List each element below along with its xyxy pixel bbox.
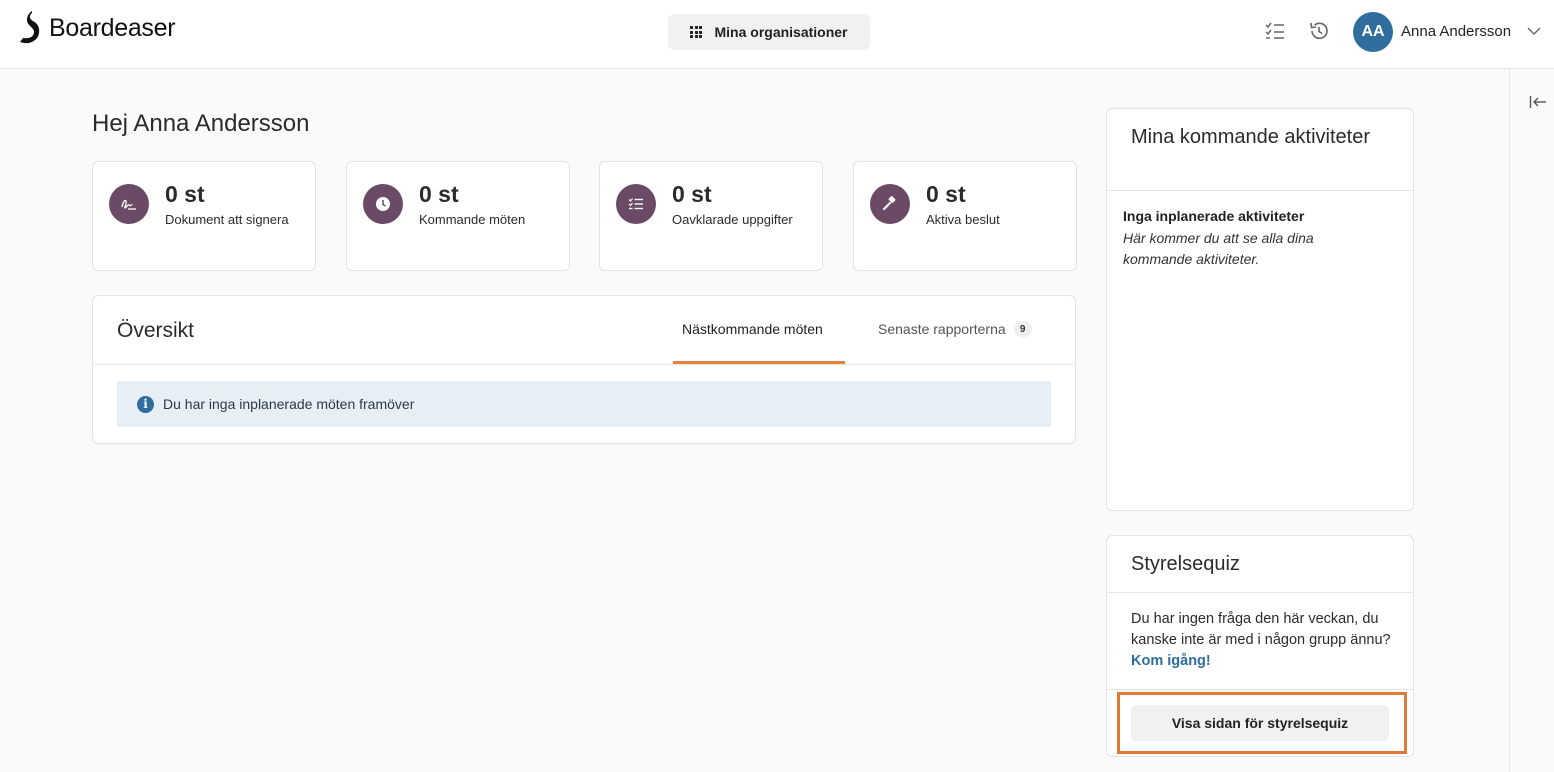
gavel-icon (870, 184, 910, 224)
stat-value: 0 st (926, 181, 966, 207)
stat-card-tasks[interactable]: 0 st Oavklarade uppgifter (599, 161, 823, 271)
history-icon[interactable] (1308, 20, 1330, 42)
top-bar: Boardeaser Mina organisationer AA Anna A… (0, 0, 1554, 69)
stat-label: Dokument att signera (165, 212, 289, 227)
my-organizations-button[interactable]: Mina organisationer (668, 14, 870, 50)
divider (1107, 190, 1413, 191)
divider (1107, 689, 1413, 690)
chevron-down-icon[interactable] (1527, 26, 1541, 36)
activities-empty-text: Här kommer du att se alla dina kommande … (1123, 230, 1314, 267)
quiz-message-text: Du har ingen fråga den här veckan, du ka… (1131, 611, 1391, 648)
stat-card-meetings[interactable]: 0 st Kommande möten (346, 161, 570, 271)
avatar[interactable]: AA (1353, 12, 1393, 52)
page-title: Hej Anna Andersson (92, 110, 310, 137)
report-count-badge: 9 (1013, 321, 1032, 337)
divider (1107, 592, 1413, 593)
stat-label: Oavklarade uppgifter (672, 212, 793, 227)
collapse-sidebar-icon[interactable] (1529, 94, 1547, 110)
info-alert: i Du har inga inplanerade möten framöver (117, 381, 1051, 427)
get-started-link[interactable]: Kom igång! (1131, 653, 1211, 669)
activities-empty-title: Inga inplanerade aktiviteter (1123, 208, 1305, 224)
upcoming-activities-panel: Mina kommande aktiviteter Inga inplanera… (1106, 108, 1414, 511)
tab-upcoming-meetings[interactable]: Nästkommande möten (682, 321, 823, 337)
stat-value: 0 st (419, 181, 459, 207)
brand-name: Boardeaser (49, 13, 176, 42)
apps-grid-icon (690, 26, 703, 38)
info-icon: i (137, 395, 154, 413)
stat-label: Kommande möten (419, 212, 526, 227)
stat-card-decisions[interactable]: 0 st Aktiva beslut (853, 161, 1077, 271)
stat-card-documents[interactable]: 0 st Dokument att signera (92, 161, 316, 271)
quiz-title: Styrelsequiz (1131, 553, 1240, 575)
overview-panel: Översikt Nästkommande möten Senaste rapp… (92, 295, 1076, 444)
checklist-icon[interactable] (1264, 20, 1286, 42)
tab-latest-reports-label: Senaste rapporterna (878, 321, 1006, 337)
stat-value: 0 st (672, 181, 712, 207)
quiz-message: Du har ingen fråga den här veckan, du ka… (1131, 609, 1399, 672)
activities-title: Mina kommande aktiviteter (1131, 126, 1370, 148)
info-alert-text: Du har inga inplanerade möten framöver (163, 396, 415, 412)
signature-icon (109, 184, 149, 224)
right-rail (1509, 69, 1554, 772)
my-organizations-label: Mina organisationer (714, 24, 848, 40)
stat-label: Aktiva beslut (926, 212, 1000, 227)
brand-logo[interactable]: Boardeaser (19, 11, 176, 45)
user-name[interactable]: Anna Andersson (1401, 23, 1511, 40)
brand-logo-mark (20, 11, 40, 44)
overview-title: Översikt (117, 319, 195, 342)
clock-icon (363, 184, 403, 224)
focus-highlight (1117, 692, 1407, 754)
divider (93, 364, 1075, 365)
stat-value: 0 st (165, 181, 205, 207)
tab-latest-reports[interactable]: Senaste rapporterna 9 (878, 321, 1032, 337)
task-list-icon (616, 184, 656, 224)
